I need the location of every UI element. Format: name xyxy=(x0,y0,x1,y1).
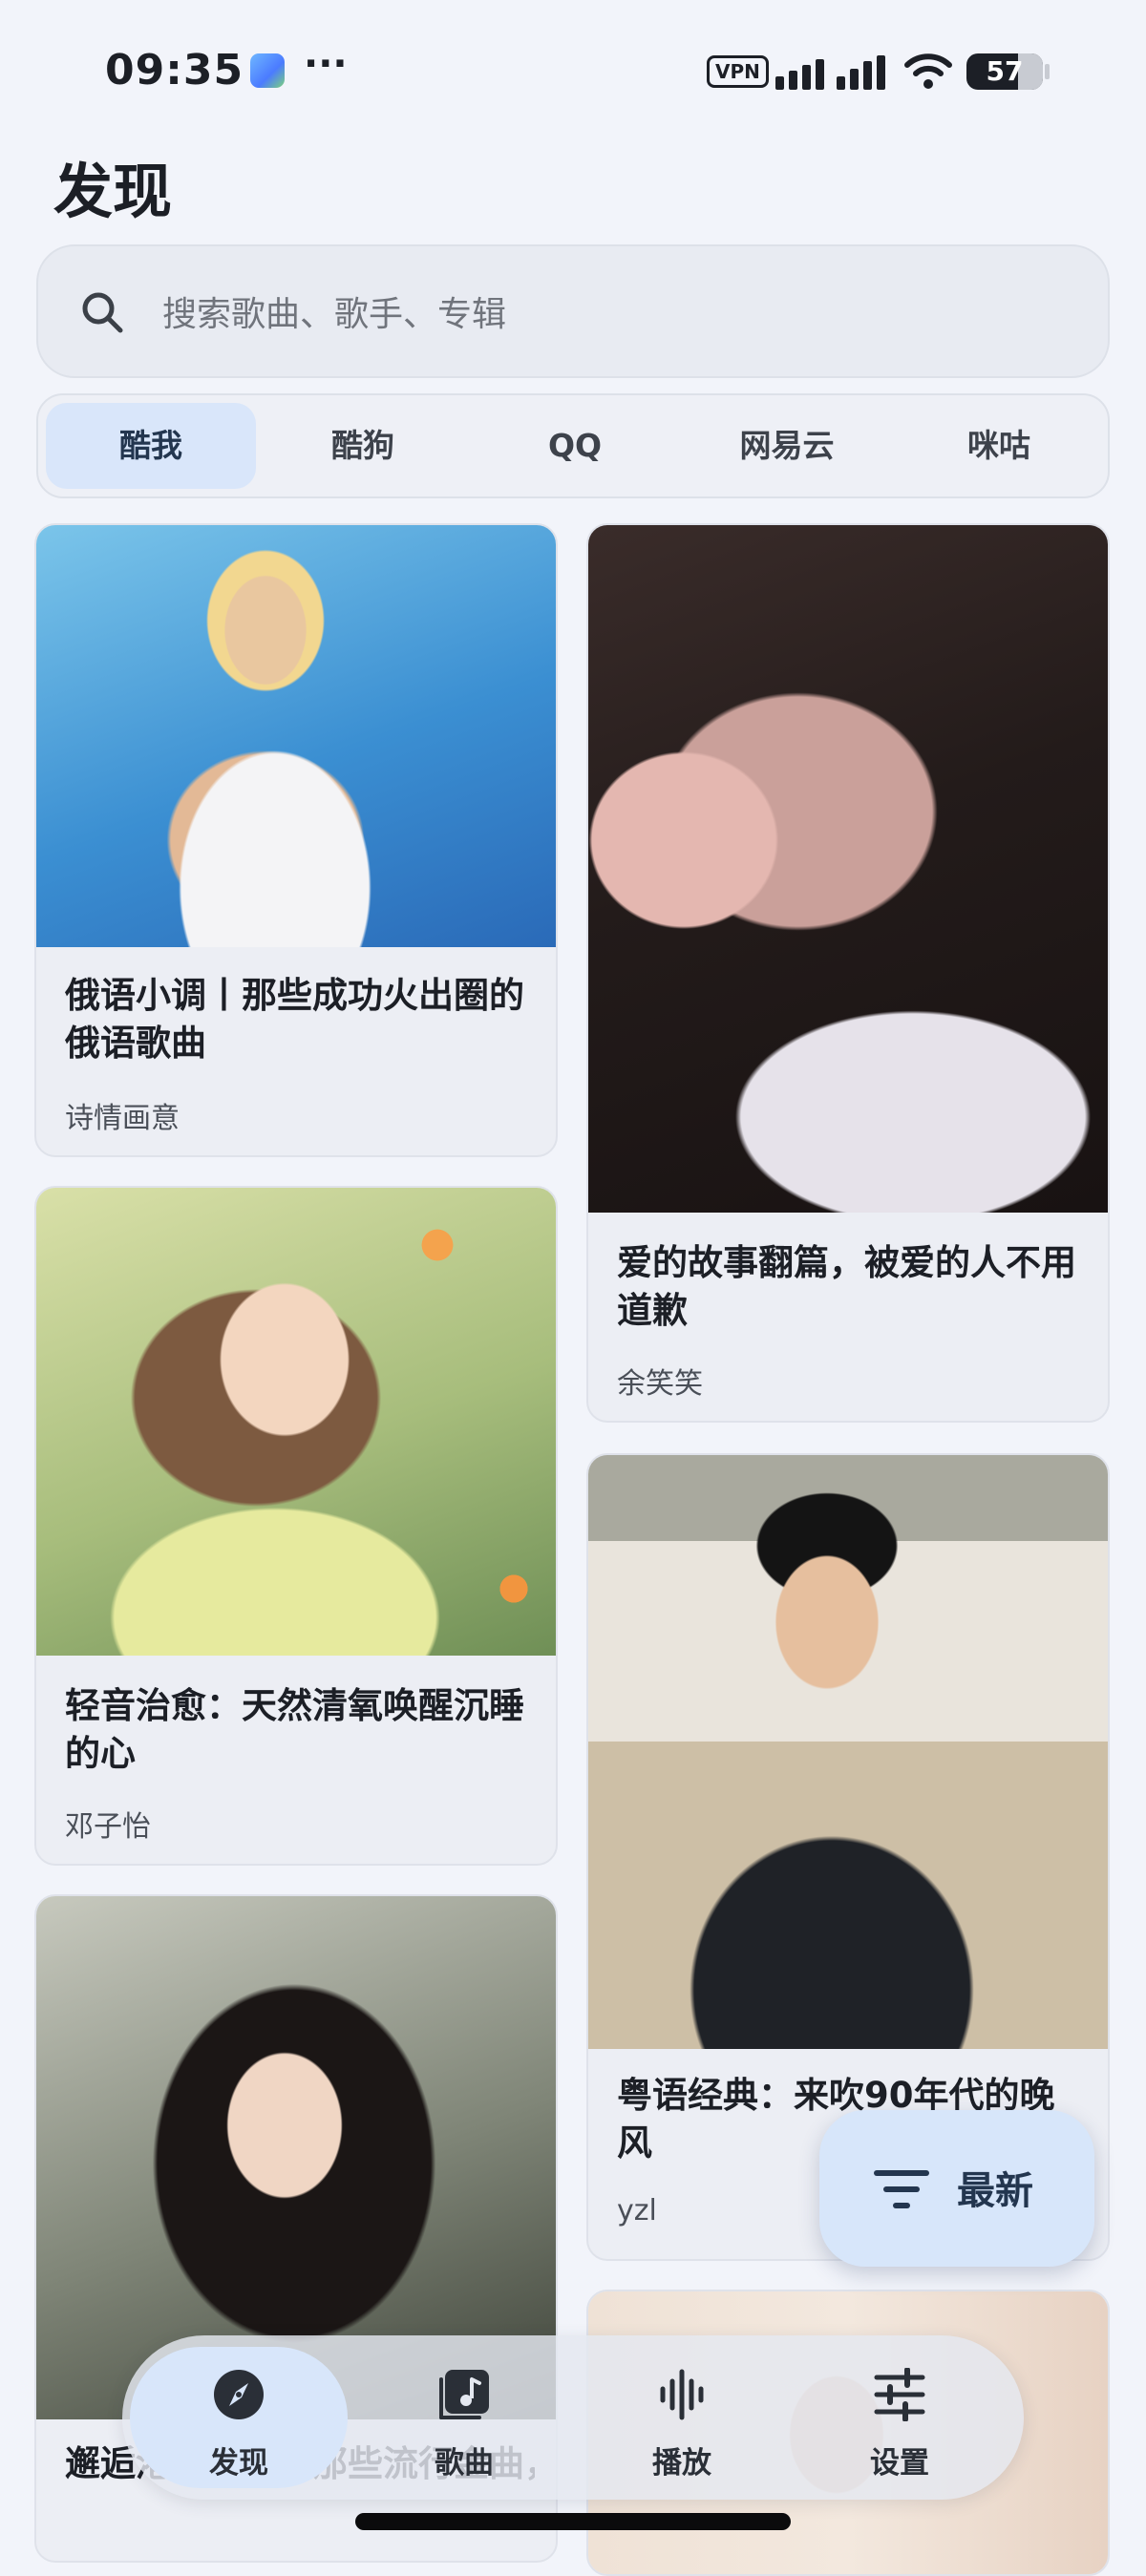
page-title: 发现 xyxy=(53,157,173,226)
tab-netease[interactable]: 网易云 xyxy=(682,403,892,489)
signal-icon xyxy=(775,52,885,90)
tab-kugou[interactable]: 酷狗 xyxy=(258,403,468,489)
playlist-cover-image xyxy=(588,525,1108,1213)
playlist-card[interactable]: 俄语小调丨那些成功火出圈的俄语歌曲 诗情画意 xyxy=(34,523,558,1157)
vpn-badge: VPN xyxy=(707,55,769,88)
playlist-author: 诗情画意 xyxy=(65,1102,180,1135)
music-note-icon xyxy=(439,2370,489,2419)
bottom-navigation: 发现 歌曲 播放 设置 xyxy=(122,2335,1024,2500)
playlist-author: 余笑笑 xyxy=(617,1367,703,1401)
search-icon xyxy=(76,286,130,344)
playlist-cover-image xyxy=(588,1455,1108,2049)
more-notifications-icon: ··· xyxy=(304,42,348,86)
filter-icon xyxy=(873,2167,930,2215)
nav-discover[interactable]: 发现 xyxy=(130,2347,348,2488)
playlist-card[interactable]: 轻音治愈：天然清氧唤醒沉睡的心 邓子怡 xyxy=(34,1186,558,1866)
nav-label: 播放 xyxy=(652,2446,711,2481)
sliders-icon xyxy=(874,2368,925,2421)
source-tabs: 酷我 酷狗 QQ 网易云 咪咕 xyxy=(36,393,1110,498)
nav-playing[interactable]: 播放 xyxy=(573,2347,791,2488)
playlist-title: 爱的故事翻篇，被爱的人不用道歉 xyxy=(617,1242,1076,1331)
clock: 09:35 xyxy=(105,46,244,95)
nav-label: 发现 xyxy=(209,2446,268,2481)
playlist-author: yzl xyxy=(617,2194,657,2228)
tab-qq[interactable]: QQ xyxy=(470,403,680,489)
playlist-cover-image xyxy=(36,525,556,947)
waveform-icon xyxy=(660,2369,704,2420)
playlist-cover-image xyxy=(36,1188,556,1656)
nav-settings[interactable]: 设置 xyxy=(791,2347,1008,2488)
compass-icon xyxy=(214,2370,264,2419)
search-input[interactable] xyxy=(160,285,1024,344)
playlist-title: 轻音治愈：天然清氧唤醒沉睡的心 xyxy=(65,1685,524,1774)
nav-songs[interactable]: 歌曲 xyxy=(355,2347,573,2488)
home-indicator[interactable] xyxy=(355,2513,791,2530)
wifi-icon xyxy=(903,52,953,94)
nav-label: 歌曲 xyxy=(435,2446,494,2481)
playlist-author: 邓子怡 xyxy=(65,1810,151,1844)
tab-migu[interactable]: 咪咕 xyxy=(894,403,1104,489)
sort-latest-button[interactable]: 最新 xyxy=(819,2110,1094,2267)
status-bar: 09:35 ··· VPN 57 xyxy=(0,0,1146,143)
tab-kuwo[interactable]: 酷我 xyxy=(46,403,256,489)
playlist-title: 俄语小调丨那些成功火出圈的俄语歌曲 xyxy=(65,975,524,1064)
gallery-app-icon xyxy=(250,53,285,88)
search-bar[interactable] xyxy=(36,244,1110,378)
nav-label: 设置 xyxy=(870,2446,929,2481)
battery-level: 57 xyxy=(986,55,1024,87)
battery-icon: 57 xyxy=(966,53,1043,90)
sort-latest-label: 最新 xyxy=(957,2169,1033,2213)
playlist-card[interactable]: 爱的故事翻篇，被爱的人不用道歉 余笑笑 xyxy=(586,523,1110,1423)
